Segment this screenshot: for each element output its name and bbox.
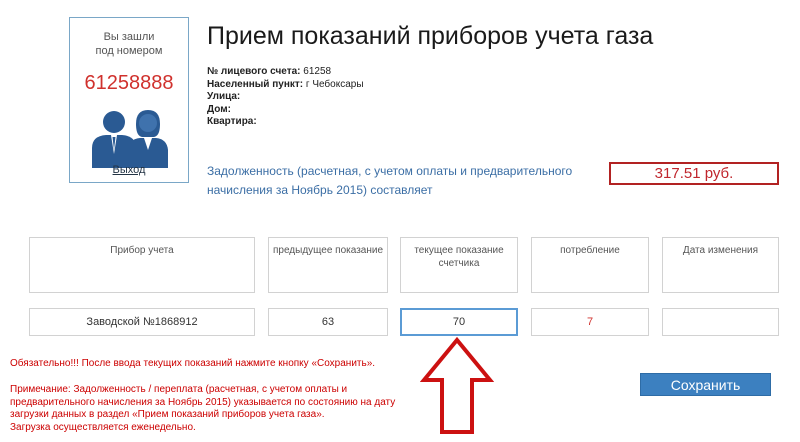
- consumption-value: 7: [531, 308, 649, 336]
- current-reading-input[interactable]: [400, 308, 518, 336]
- login-caption-line2: под номером: [95, 45, 163, 57]
- account-row: № лицевого счета: 61258: [207, 66, 364, 79]
- account-label: № лицевого счета:: [207, 66, 301, 77]
- logout-link[interactable]: Выход: [70, 164, 188, 176]
- account-value: 61258: [303, 66, 332, 77]
- header-device: Прибор учета: [29, 237, 255, 293]
- debt-description: Задолженность (расчетная, с учетом оплат…: [207, 164, 573, 197]
- previous-reading: 63: [268, 308, 388, 336]
- house-row: Дом:: [207, 104, 364, 117]
- login-caption-line1: Вы зашли: [103, 31, 155, 43]
- street-label: Улица:: [207, 91, 241, 102]
- change-date: [662, 308, 779, 336]
- locality-label: Населенный пункт:: [207, 78, 304, 90]
- header-date: Дата изменения: [662, 237, 779, 293]
- login-number: 61258888: [84, 72, 174, 94]
- apartment-label: Квартира:: [207, 116, 257, 127]
- arrow-up-icon: [420, 336, 494, 434]
- save-notice: Обязательно!!! После ввода текущих показ…: [10, 358, 376, 369]
- users-icon: [92, 110, 168, 168]
- debt-note: Примечание: Задолженность / переплата (р…: [10, 384, 410, 434]
- header-consumption: потребление: [531, 237, 649, 293]
- account-info: № лицевого счета: 61258 Населенный пункт…: [207, 66, 364, 129]
- street-row: Улица:: [207, 91, 364, 104]
- apartment-row: Квартира:: [207, 116, 364, 129]
- debt-amount: 317.51 руб.: [609, 162, 779, 185]
- locality-row: Населенный пункт: г Чебоксары: [207, 79, 364, 92]
- header-previous: предыдущее показание: [268, 237, 388, 293]
- locality-value: г Чебоксары: [305, 78, 364, 90]
- page-title: Прием показаний приборов учета газа: [207, 22, 654, 50]
- login-panel: Вы зашли под номером 61258888 Выход: [69, 17, 189, 183]
- update-frequency-note: Загрузка осуществляется еженедельно.: [10, 421, 196, 433]
- header-current: текущее показание счетчика: [400, 237, 518, 293]
- device-value: Заводской №1868912: [29, 308, 255, 336]
- house-label: Дом:: [207, 103, 231, 115]
- save-button[interactable]: Сохранить: [640, 373, 771, 396]
- debt-note-text: Примечание: Задолженность / переплата (р…: [10, 384, 396, 420]
- login-caption: Вы зашли под номером: [70, 30, 188, 58]
